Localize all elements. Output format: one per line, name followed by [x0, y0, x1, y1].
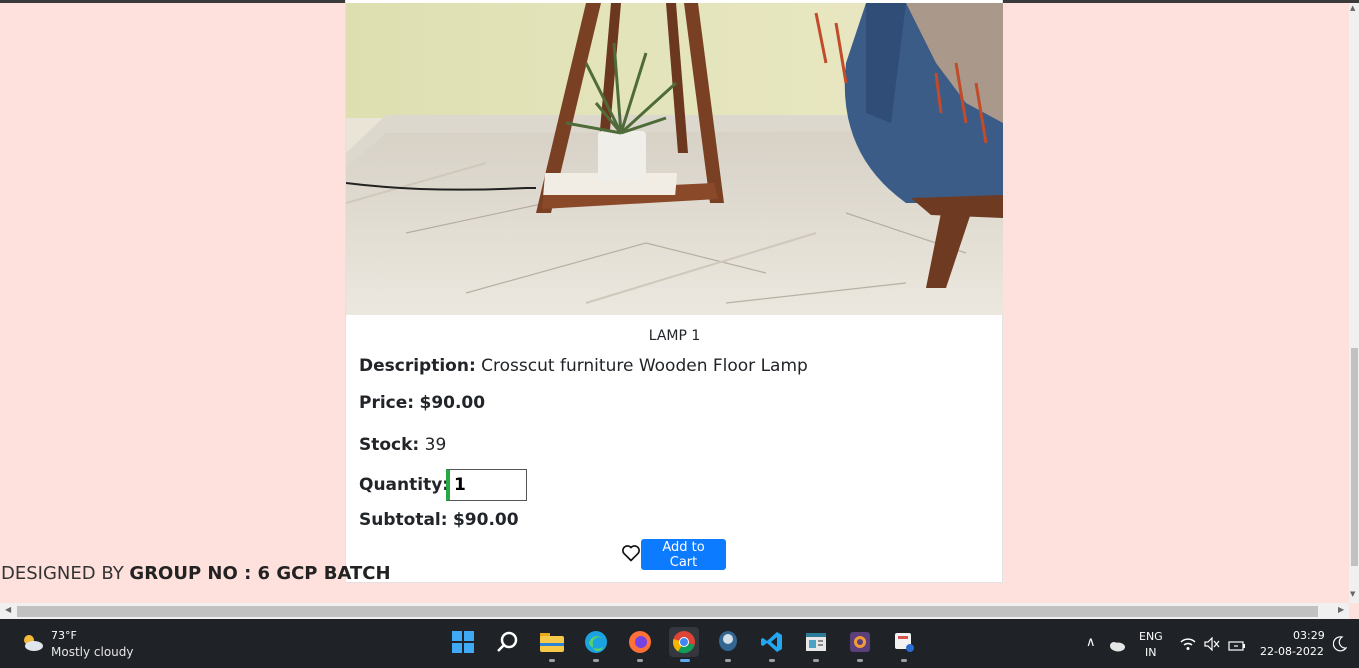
subtotal-row: Subtotal: $90.00	[359, 510, 519, 530]
price-row: Price: $90.00	[359, 393, 485, 413]
chrome-active-indicator	[680, 659, 690, 662]
firefox-running-indicator	[637, 659, 643, 662]
app-running-indicator	[857, 659, 863, 662]
add-to-cart-button[interactable]: Add to Cart	[641, 539, 726, 570]
app-icon[interactable]	[845, 627, 875, 657]
snipping-tool-icon[interactable]	[889, 627, 919, 657]
footer-credit: DESIGNED BY GROUP NO : 6 GCP BATCH	[1, 563, 391, 584]
file-explorer-running-indicator	[549, 659, 555, 662]
wifi-icon[interactable]	[1180, 636, 1196, 655]
product-image	[346, 3, 1003, 315]
edge-running-indicator	[593, 659, 599, 662]
file-explorer-icon[interactable]	[537, 627, 567, 657]
vscode-icon[interactable]	[757, 627, 787, 657]
quantity-row: Quantity:	[359, 475, 449, 495]
heart-icon[interactable]	[621, 543, 641, 563]
scroll-left-arrow-icon[interactable]: ◀	[5, 605, 11, 614]
snipping-tool-running-indicator	[901, 659, 907, 662]
weather-icon[interactable]	[20, 632, 44, 652]
vscode-running-indicator	[769, 659, 775, 662]
weather-temperature[interactable]: 73°F	[51, 629, 77, 642]
language-top[interactable]: ENG	[1139, 630, 1163, 643]
product-title: LAMP 1	[648, 328, 701, 344]
postgres-running-indicator	[725, 659, 731, 662]
scroll-up-arrow-icon[interactable]: ▲	[1350, 4, 1355, 12]
stock-label: Stock:	[359, 435, 420, 455]
postgres-icon[interactable]	[713, 627, 743, 657]
onedrive-cloud-icon[interactable]	[1108, 637, 1126, 656]
description-label: Description:	[359, 356, 476, 376]
subtotal-label: Subtotal:	[359, 510, 448, 530]
horizontal-scrollbar-thumb[interactable]	[17, 606, 1318, 617]
clock-time[interactable]: 03:29	[1293, 629, 1325, 642]
notepad-running-indicator	[813, 659, 819, 662]
chrome-icon[interactable]	[669, 627, 699, 657]
scroll-down-arrow-icon[interactable]: ▼	[1350, 590, 1355, 598]
stock-row: Stock: 39	[359, 435, 446, 455]
search-icon[interactable]	[493, 627, 523, 657]
stock-value: 39	[424, 435, 447, 455]
price-value: $90.00	[419, 393, 486, 413]
subtotal-value: $90.00	[452, 510, 519, 530]
scroll-right-arrow-icon[interactable]: ▶	[1338, 605, 1344, 614]
quantity-label: Quantity:	[359, 475, 450, 495]
firefox-icon[interactable]	[625, 627, 655, 657]
battery-icon[interactable]	[1228, 637, 1246, 656]
notepad-icon[interactable]	[801, 627, 831, 657]
quantity-input[interactable]	[446, 469, 527, 501]
show-hidden-icons-chevron-icon[interactable]: ∧	[1086, 635, 1096, 650]
footer-group: GROUP NO : 6 GCP BATCH	[129, 563, 391, 584]
language-bottom[interactable]: IN	[1145, 646, 1156, 659]
description-value: Crosscut furniture Wooden Floor Lamp	[481, 356, 808, 376]
speaker-muted-icon[interactable]	[1204, 636, 1220, 655]
edge-icon[interactable]	[581, 627, 611, 657]
price-label: Price:	[359, 393, 415, 413]
vertical-scrollbar-thumb[interactable]	[1351, 348, 1358, 566]
clock-date[interactable]: 22-08-2022	[1260, 645, 1324, 658]
weather-description[interactable]: Mostly cloudy	[51, 645, 134, 659]
start-icon[interactable]	[448, 627, 478, 657]
footer-prefix: DESIGNED BY	[1, 563, 130, 584]
notification-moon-icon[interactable]	[1332, 636, 1348, 656]
description-row: Description: Crosscut furniture Wooden F…	[359, 356, 808, 376]
